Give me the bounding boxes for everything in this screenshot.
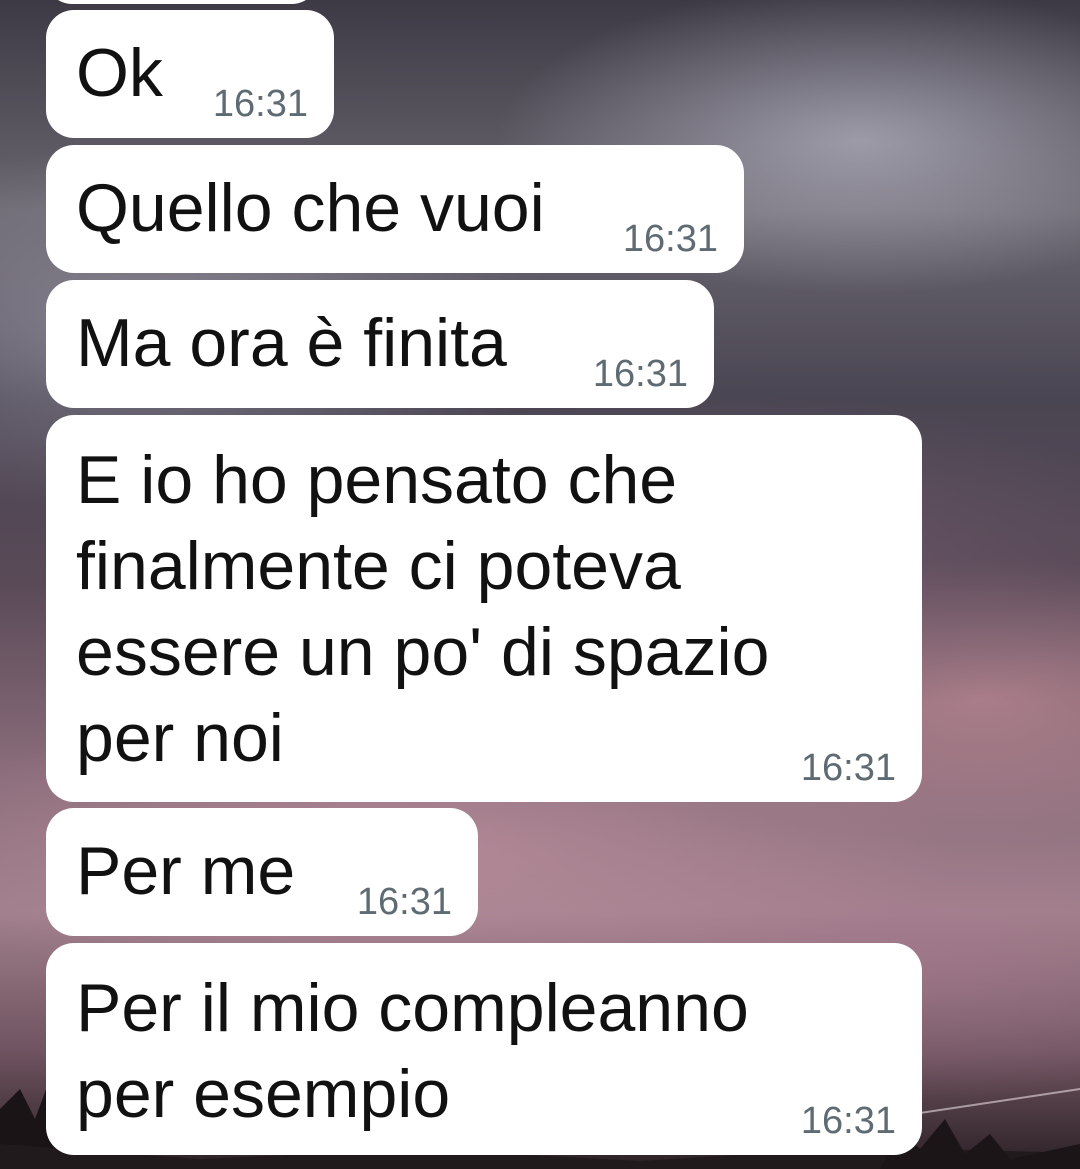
message-list[interactable]: Ok 16:31 Quello che vuoi 16:31 Ma ora è … bbox=[0, 0, 1080, 1169]
message-bubble[interactable]: Quello che vuoi 16:31 bbox=[46, 145, 744, 273]
message-time: 16:31 bbox=[212, 83, 308, 125]
message-bubble[interactable]: Ok 16:31 bbox=[46, 10, 334, 138]
message-text: E io ho pensato che finalmente ci poteva… bbox=[76, 442, 770, 776]
message-time: 16:31 bbox=[356, 881, 452, 923]
message-time: 16:31 bbox=[800, 1100, 896, 1142]
message-text: Per me bbox=[76, 833, 296, 909]
previous-message-bubble-edge bbox=[46, 0, 318, 4]
message-bubble[interactable]: Ma ora è finita 16:31 bbox=[46, 280, 714, 408]
message-time: 16:31 bbox=[592, 353, 688, 395]
message-bubble[interactable]: Per il mio compleanno per esempio 16:31 bbox=[46, 943, 922, 1155]
message-time: 16:31 bbox=[800, 747, 896, 789]
message-text: Quello che vuoi bbox=[76, 170, 545, 246]
message-text: Per il mio compleanno per esempio bbox=[76, 970, 749, 1132]
message-bubble[interactable]: Per me 16:31 bbox=[46, 808, 478, 936]
message-bubble[interactable]: E io ho pensato che finalmente ci poteva… bbox=[46, 415, 922, 802]
message-text: Ok bbox=[76, 35, 163, 111]
message-time: 16:31 bbox=[622, 218, 718, 260]
message-text: Ma ora è finita bbox=[76, 305, 507, 381]
